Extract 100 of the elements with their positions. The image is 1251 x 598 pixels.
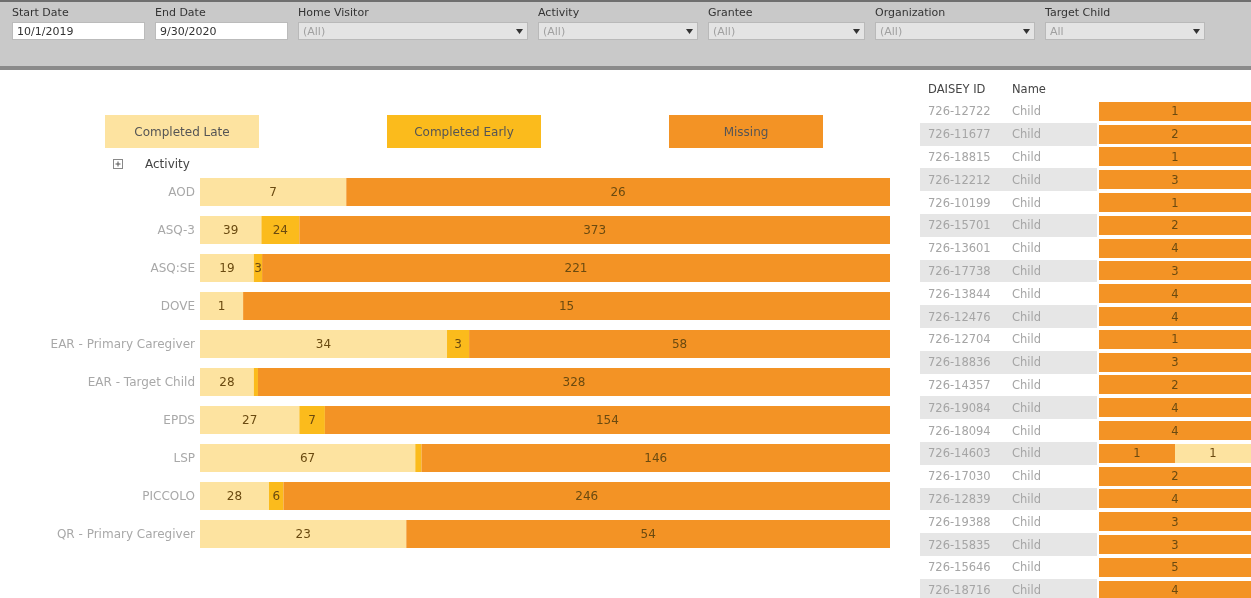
table-cell-text: 726-18716 [927, 583, 992, 598]
table-cell-text: 726-13844 [927, 286, 992, 301]
caret-icon [516, 28, 523, 34]
bar-segment: 2 [1099, 375, 1251, 395]
count-label: 146 [644, 451, 668, 465]
bar-segment: 4 [1099, 398, 1251, 418]
table-cell-text: 726-19084 [927, 400, 992, 415]
count-label: 3 [254, 261, 262, 275]
table-cell-text: 726-10199 [927, 195, 992, 210]
filter-label: Organization [875, 6, 947, 19]
table-cell-text: 726-17738 [927, 263, 992, 278]
caret-icon [1193, 28, 1200, 34]
caret-icon [853, 28, 860, 34]
category-label: LSP [173, 451, 195, 465]
bar-segment: 3 [1099, 170, 1251, 190]
table-cell-text: Child [1012, 309, 1042, 324]
table-cell-text: Child [1012, 263, 1042, 278]
category-label: ASQ-3 [157, 223, 195, 237]
table-cell-text: Child [1012, 560, 1042, 575]
count-label: 3 [454, 337, 462, 351]
category-label: ASQ:SE [150, 261, 195, 275]
bar-segment: 3 [1099, 261, 1251, 281]
table-cell-text: Child [1012, 423, 1042, 438]
table-cell-text: Child [1012, 469, 1042, 484]
bar-segment: 3 [1099, 352, 1251, 372]
bar-segment: 1 [1099, 329, 1251, 349]
expand-icon[interactable] [113, 159, 123, 169]
dropdown[interactable]: (All) [298, 22, 528, 40]
legend-item[interactable]: Missing [669, 115, 823, 148]
dropdown[interactable]: (All) [538, 22, 698, 40]
filter-label: End Date [155, 6, 207, 19]
date-field[interactable]: 10/1/2019 [12, 22, 145, 40]
legend-item[interactable]: Completed Early [387, 115, 541, 148]
table-cell-text: Child [1012, 172, 1042, 187]
category-label: QR - Primary Caregiver [56, 527, 195, 541]
bar-segment: 4 [1099, 307, 1251, 327]
caret-icon [1023, 28, 1030, 34]
count-label: 6 [272, 489, 281, 503]
category-label: EAR - Target Child [87, 375, 195, 389]
category-label: PICCOLO [142, 489, 195, 503]
table-cell-text: 726-18815 [927, 150, 992, 164]
table-cell-text: Child [1012, 400, 1042, 415]
table-cell-text: Child [1012, 195, 1042, 210]
count-label: 221 [564, 261, 588, 275]
dropdown[interactable]: (All) [875, 22, 1035, 40]
table-cell-text: Child [1012, 537, 1042, 552]
table-cell-text: 726-18094 [927, 423, 992, 438]
bar-segment: 4 [1099, 489, 1251, 509]
table-cell-text: 726-15646 [927, 560, 992, 575]
count-label: 58 [671, 337, 688, 351]
category-label: AOD [168, 185, 195, 199]
table-cell-text: 726-19388 [927, 514, 992, 529]
table-cell-text: Child [1012, 150, 1042, 164]
bar-segment: 4 [1099, 580, 1251, 598]
bar-segment: 3 [1099, 535, 1251, 555]
table-cell-text: 726-12722 [927, 104, 992, 119]
bar-segment: 4 [1099, 421, 1251, 441]
table-cell-text: Child [1012, 355, 1042, 370]
count-label: 15 [558, 299, 575, 313]
dropdown[interactable]: (All) [708, 22, 865, 40]
table-cell-text: 726-12212 [927, 172, 992, 187]
filter-label: Grantee [708, 6, 754, 19]
dropdown[interactable]: All [1045, 22, 1205, 40]
filter-label: Target Child [1045, 6, 1112, 19]
column-header: Activity [145, 157, 190, 171]
table-cell-text: 726-12704 [927, 332, 992, 347]
count-label: 7 [269, 185, 277, 199]
count-label: 1 [217, 299, 226, 313]
table-cell-text: Child [1012, 377, 1042, 392]
column-header: DAISEY ID [927, 82, 987, 96]
table-cell-text: Child [1012, 241, 1042, 256]
category-label: DOVE [160, 299, 195, 313]
table-cell-text: Child [1012, 583, 1042, 598]
table-cell-text: 726-15701 [927, 218, 992, 233]
count-label: 23 [295, 527, 311, 541]
date-field[interactable]: 9/30/2020 [155, 22, 288, 40]
table-cell-text: Child [1012, 218, 1042, 233]
column-header: Name [1012, 82, 1046, 96]
filter-label: Activity [538, 6, 581, 19]
count-label: 67 [300, 451, 316, 465]
bar-segment: 1 [1099, 443, 1175, 463]
table-cell-text: 726-11677 [927, 127, 992, 142]
table-cell-text: 726-12476 [927, 309, 992, 324]
table-cell-text: Child [1012, 514, 1042, 529]
legend-item[interactable]: Completed Late [105, 115, 259, 148]
bar-segment: 2 [1099, 215, 1251, 235]
table-cell-text: Child [1012, 491, 1042, 506]
bar-segment: 2 [1099, 124, 1251, 144]
table-cell-text: Child [1012, 332, 1042, 347]
bar-segment: 2 [1099, 466, 1251, 486]
table-cell-text: 726-14603 [927, 446, 992, 461]
count-label: 154 [596, 413, 619, 427]
bar-segment: 1 [1099, 147, 1251, 167]
count-label: 28 [219, 375, 235, 389]
filter-label: Start Date [12, 6, 70, 19]
count-label: 27 [242, 413, 258, 427]
bar-segment: 3 [1099, 512, 1251, 532]
bar-segment: 4 [1099, 284, 1251, 304]
table-cell-text: Child [1012, 446, 1042, 461]
count-label: 7 [308, 413, 316, 427]
